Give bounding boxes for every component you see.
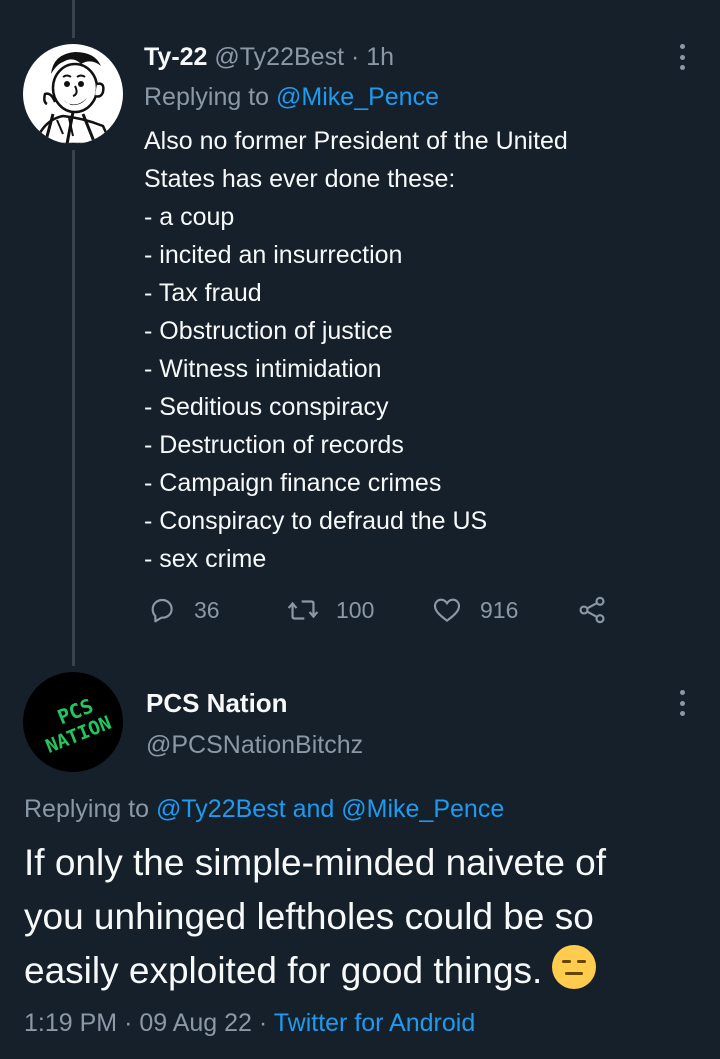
more-options-icon[interactable] [672, 688, 692, 718]
reply-button[interactable]: 36 [146, 594, 220, 626]
tweet-line: - Obstruction of justice [144, 317, 393, 345]
cartoon-face-icon [33, 52, 113, 144]
replying-to-label: Replying to [24, 795, 150, 823]
expressionless-face-icon [552, 945, 597, 989]
tweet-metadata: 1:19 PM · 09 Aug 22 · Twitter for Androi… [24, 1006, 475, 1040]
tweet-line: easily exploited for good things. [24, 944, 714, 998]
tweet-line: - Campaign finance crimes [144, 469, 442, 497]
avatar[interactable] [23, 44, 123, 144]
separator: · [350, 43, 360, 71]
tweet-actions: 36 100 916 [146, 594, 616, 630]
replying-to: Replying to @Mike_Pence [144, 80, 439, 114]
separator: · [124, 1009, 133, 1037]
tweet-line: - Destruction of records [144, 431, 404, 459]
replying-to-label: Replying to [144, 83, 270, 111]
reply-count: 36 [194, 596, 220, 623]
thread-line-top [72, 0, 75, 38]
replying-to: Replying to @Ty22Best and @Mike_Pence [24, 792, 504, 826]
display-name[interactable]: Ty-22 [144, 43, 207, 71]
like-count: 916 [480, 596, 519, 623]
reply-icon [151, 598, 173, 623]
avatar[interactable]: PCS NATION [23, 672, 123, 772]
handle[interactable]: @Ty22Best [214, 43, 344, 71]
share-icon [579, 596, 605, 624]
tweet-line: States has ever done these: [144, 165, 456, 193]
timestamp[interactable]: 1h [366, 43, 394, 71]
tweet-line: If only the simple-minded naivete of [24, 842, 607, 883]
tweet-text: If only the simple-minded naivete of you… [24, 836, 714, 998]
tweet-line: Also no former President of the United [144, 127, 568, 155]
heart-icon [433, 598, 461, 623]
timestamp[interactable]: 1:19 PM [24, 1009, 117, 1037]
pcs-nation-logo: PCS NATION [43, 693, 115, 757]
date[interactable]: 09 Aug 22 [139, 1009, 252, 1037]
mention-link[interactable]: @Mike_Pence [276, 83, 439, 111]
tweet-line: - Seditious conspiracy [144, 393, 389, 421]
more-options-icon[interactable] [672, 42, 692, 72]
tweet1-header: Ty-22 @Ty22Best · 1h [144, 40, 394, 74]
tweet-line: - sex crime [144, 545, 267, 573]
mention-link[interactable]: @Mike_Pence [341, 795, 504, 823]
tweet-line-text: easily exploited for good things. [24, 950, 543, 991]
tweet-line: you unhinged leftholes could be so [24, 896, 594, 937]
tweet-line: - Witness intimidation [144, 355, 382, 383]
like-button[interactable]: 916 [430, 594, 518, 626]
mention-link[interactable]: @Ty22Best [156, 795, 286, 823]
mention-conjunction[interactable]: and [293, 795, 335, 823]
retweet-button[interactable]: 100 [286, 594, 374, 626]
thread-line [72, 150, 75, 666]
retweet-count: 100 [336, 596, 375, 623]
tweet-text: Also no former President of the United S… [144, 122, 704, 578]
source-link[interactable]: Twitter for Android [274, 1009, 475, 1037]
share-button[interactable] [576, 594, 608, 626]
tweet-line: - incited an insurrection [144, 241, 403, 269]
handle[interactable]: @PCSNationBitchz [146, 728, 363, 762]
tweet-line: - Tax fraud [144, 279, 262, 307]
retweet-icon [287, 600, 319, 620]
tweet-line: - a coup [144, 203, 235, 231]
separator: · [258, 1009, 268, 1037]
display-name[interactable]: PCS Nation [146, 686, 288, 720]
tweet-line: - Conspiracy to defraud the US [144, 507, 488, 535]
